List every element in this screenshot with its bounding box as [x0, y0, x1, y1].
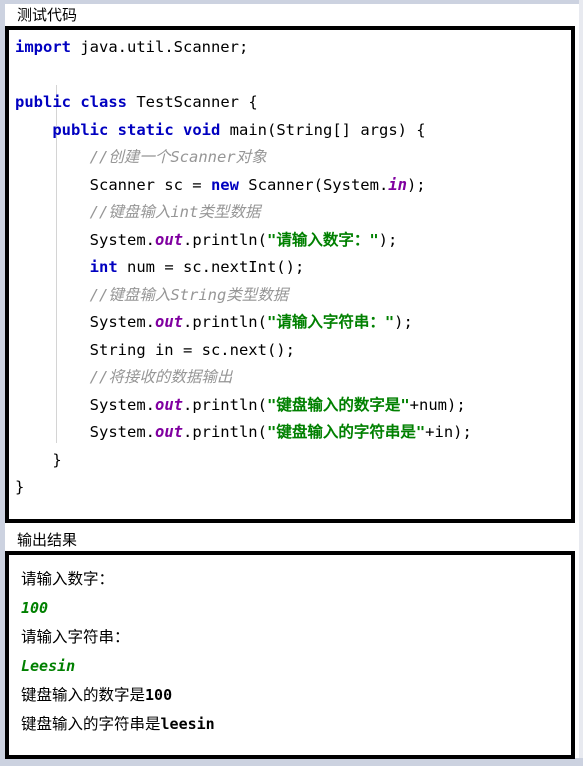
code-line: System.out.println("请输入字符串：");	[15, 309, 571, 337]
code-line: public class TestScanner {	[15, 89, 571, 117]
code-line: System.out.println("键盘输入的字符串是"+in);	[15, 419, 571, 447]
code-line: int num = sc.nextInt();	[15, 254, 571, 282]
code-token-kw: public	[15, 93, 71, 111]
code-token-str: "请输入字符串："	[266, 313, 395, 331]
code-token-plain: System.	[15, 313, 155, 331]
code-token-kw: public	[52, 120, 109, 139]
console-user-input: Leesin	[21, 657, 76, 675]
output-section-title: 输出结果	[5, 529, 578, 551]
code-token-plain: +num);	[409, 395, 466, 414]
console-line: 键盘输入的数字是100	[21, 681, 571, 710]
output-section: 输出结果 请输入数字： 100 请输入字符串： Leesin 键盘输入的数字是100 键盘…	[5, 529, 578, 759]
code-token-plain: Scanner sc =	[15, 175, 211, 194]
console-text: 请输入字符串：	[21, 628, 130, 646]
code-line: import java.util.Scanner;	[15, 34, 571, 62]
code-body: import java.util.Scanner; public class T…	[9, 34, 571, 502]
code-token-str: "键盘输入的数字是"	[266, 395, 410, 414]
code-token-plain: +in);	[425, 423, 472, 441]
code-token-fld: out	[154, 395, 183, 414]
console-output-body: 请输入数字： 100 请输入字符串： Leesin 键盘输入的数字是100 键盘输入的字符…	[21, 565, 571, 739]
code-token-kw: class	[80, 93, 128, 111]
code-token-kw: new	[210, 175, 239, 194]
code-line: }	[15, 447, 571, 475]
code-token-plain: }	[15, 478, 25, 496]
code-token-plain: );	[406, 175, 426, 194]
console-user-input: 100	[21, 599, 49, 617]
code-token-plain: TestScanner {	[127, 93, 258, 111]
code-token-plain: );	[378, 230, 398, 249]
console-text: 请输入数字：	[21, 570, 115, 588]
code-token-str: "请输入数字："	[266, 230, 379, 249]
console-output-block: 请输入数字： 100 请输入字符串： Leesin 键盘输入的数字是100 键盘输入的字符…	[5, 551, 575, 759]
code-token-plain: }	[15, 450, 62, 469]
console-line: 请输入字符串：	[21, 623, 571, 652]
console-text: 键盘输入的字符串是	[21, 715, 161, 733]
code-token-kw: void	[183, 120, 221, 139]
console-line: 键盘输入的字符串是leesin	[21, 710, 571, 739]
console-line: 请输入数字：	[21, 565, 571, 594]
code-token-cmt: //键盘输入String类型数据	[89, 285, 289, 304]
console-line: Leesin	[21, 652, 571, 681]
code-token-str: "键盘输入的字符串是"	[266, 423, 426, 441]
code-line: public static void main(String[] args) {	[15, 117, 571, 145]
code-token-plain: System.	[15, 423, 155, 441]
code-token-plain: .println(	[182, 423, 267, 441]
page-edge-right	[579, 0, 583, 766]
code-token-cmt: //将接收的数据输出	[89, 368, 233, 386]
code-token-plain: Scanner(System.	[238, 175, 389, 194]
console-value: leesin	[160, 715, 215, 733]
code-token-plain: java.util.Scanner;	[71, 38, 249, 56]
console-line: 100	[21, 594, 571, 623]
code-token-plain: .println(	[182, 395, 267, 414]
page-root: 测试代码 import java.util.Scanner; public cl…	[0, 0, 583, 766]
code-token-plain: .println(	[182, 230, 267, 249]
page-edge-bottom	[0, 758, 583, 766]
console-text: 键盘输入的数字是	[21, 686, 146, 704]
code-token-kw: int	[89, 258, 118, 276]
code-block: import java.util.Scanner; public class T…	[5, 26, 575, 523]
code-token-plain: num = sc.nextInt();	[117, 258, 305, 276]
code-token-kw: static	[117, 120, 174, 139]
code-token-fld: out	[154, 423, 183, 441]
code-token-plain: String in = sc.next();	[15, 340, 295, 359]
code-token-cmt: //键盘输入int类型数据	[89, 203, 261, 221]
code-section-title: 测试代码	[5, 4, 578, 26]
code-token-plain: );	[394, 313, 413, 331]
code-line: String in = sc.next();	[15, 337, 571, 365]
code-line: Scanner sc = new Scanner(System.in);	[15, 172, 571, 200]
code-line: //键盘输入int类型数据	[15, 199, 571, 227]
code-token-cmt: //创建一个Scanner对象	[89, 148, 267, 166]
code-token-plain: .println(	[182, 313, 267, 331]
code-line: //创建一个Scanner对象	[15, 144, 571, 172]
code-line: //键盘输入String类型数据	[15, 282, 571, 310]
console-value: 100	[145, 686, 173, 704]
code-token-plain: System.	[15, 230, 155, 249]
code-token-kw: import	[15, 38, 71, 56]
code-line: System.out.println("键盘输入的数字是"+num);	[15, 392, 571, 420]
code-line: //将接收的数据输出	[15, 364, 571, 392]
code-token-plain: System.	[15, 395, 155, 414]
code-section: 测试代码 import java.util.Scanner; public cl…	[5, 4, 578, 523]
code-line: }	[15, 474, 571, 502]
code-token-fld: out	[154, 313, 183, 331]
code-token-fld: in	[388, 175, 407, 194]
code-line: System.out.println("请输入数字：");	[15, 227, 571, 255]
code-token-fld: out	[154, 230, 183, 249]
code-token-plain: main(String[] args) {	[220, 120, 426, 139]
